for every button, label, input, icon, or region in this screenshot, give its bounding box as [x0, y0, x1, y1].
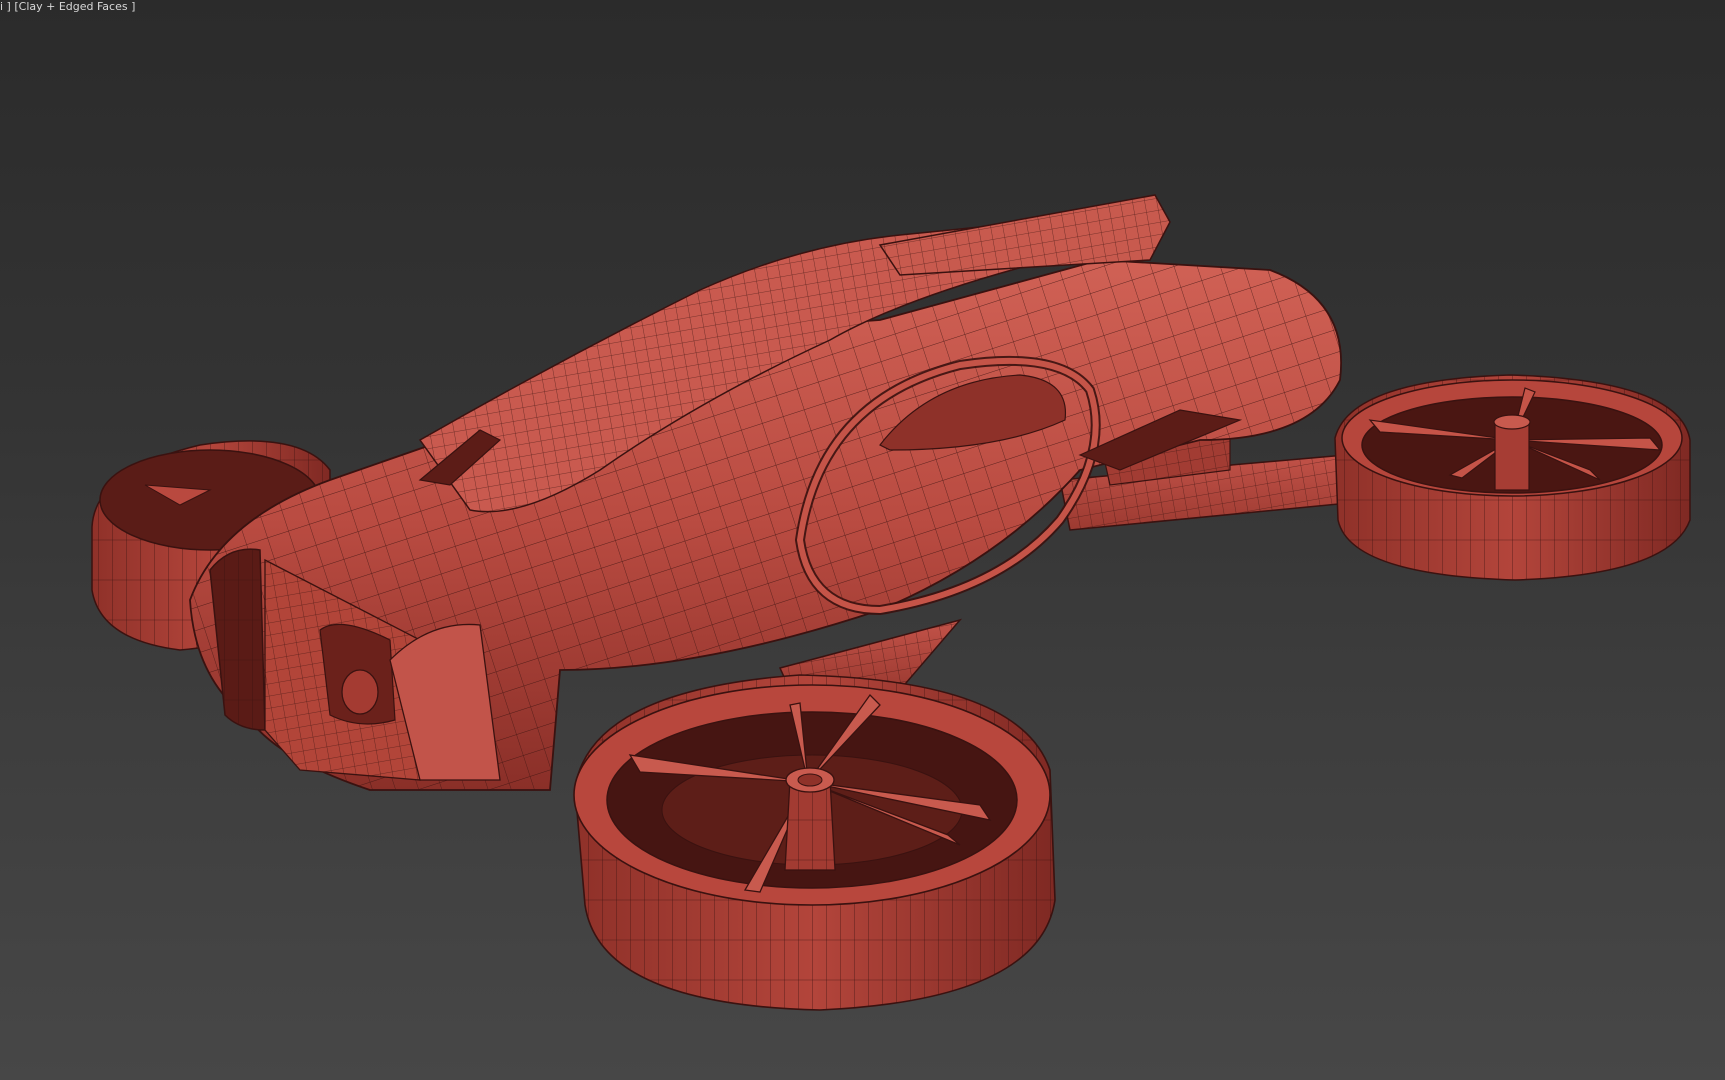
3d-viewport[interactable]: i ] [Clay + Edged Faces ] — [0, 0, 1725, 1080]
rotor-front — [573, 674, 1056, 1011]
flying-car-model[interactable] — [0, 0, 1725, 1080]
rotor-right — [1334, 374, 1691, 581]
